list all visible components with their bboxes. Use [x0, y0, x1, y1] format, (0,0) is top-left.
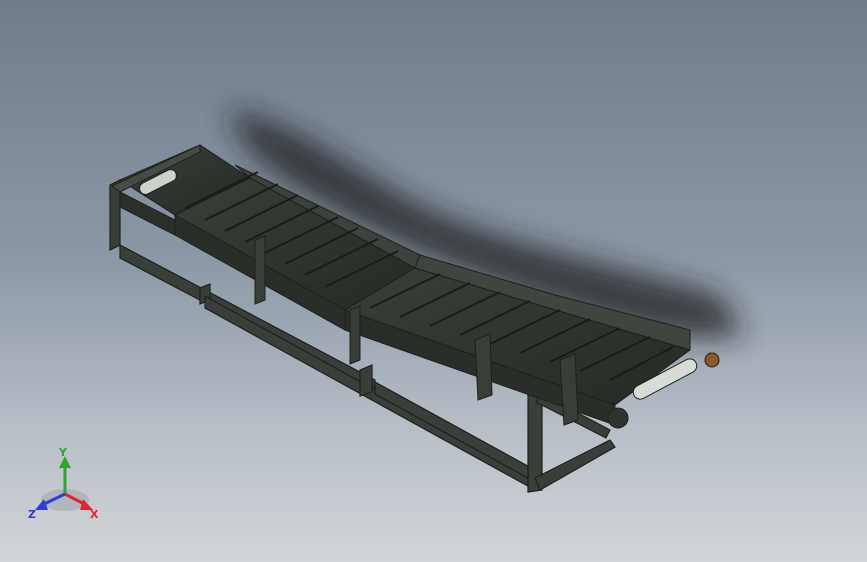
- drive-motor: [704, 352, 720, 368]
- y-axis-label: Y: [58, 448, 68, 459]
- conveyor-model-view[interactable]: [0, 0, 867, 562]
- x-axis-label: X: [90, 508, 99, 521]
- 3d-viewport[interactable]: Y X Z: [0, 0, 867, 562]
- z-axis-label: Z: [28, 508, 36, 521]
- orientation-triad: Y X Z: [28, 448, 99, 521]
